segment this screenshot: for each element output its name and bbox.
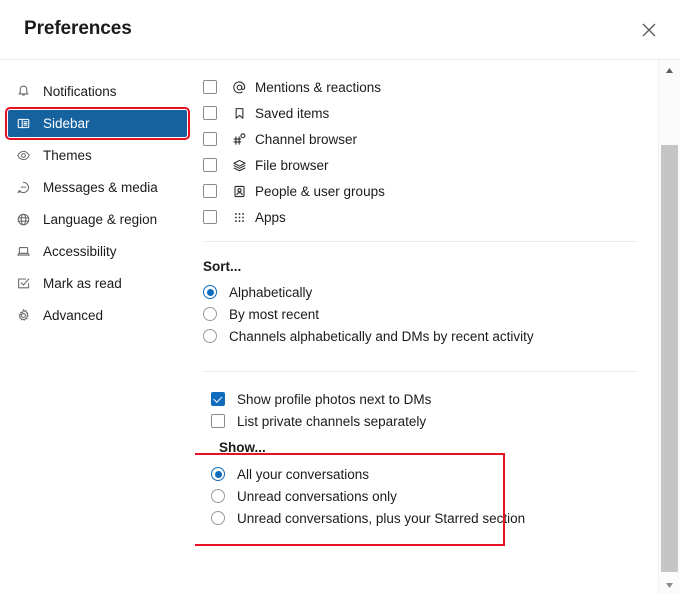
eye-icon bbox=[16, 147, 36, 165]
settings-content-panel: Mentions & reactions Saved items Channel … bbox=[195, 60, 658, 594]
radio-by-most-recent[interactable] bbox=[203, 307, 217, 321]
check-square-icon bbox=[16, 275, 36, 293]
sort-options-group: Alphabetically By most recent Channels alp… bbox=[203, 281, 646, 347]
show-option-label: All your conversations bbox=[237, 466, 370, 482]
page-title: Preferences bbox=[24, 18, 132, 39]
close-icon bbox=[642, 23, 656, 37]
toggle-label: Show profile photos next to DMs bbox=[237, 391, 432, 407]
shortcut-label: Apps bbox=[255, 209, 286, 225]
checkbox-file-browser[interactable] bbox=[203, 158, 217, 172]
globe-icon bbox=[16, 211, 36, 229]
scrollbar-thumb[interactable] bbox=[661, 145, 678, 572]
shortcut-label: Mentions & reactions bbox=[255, 79, 382, 95]
speech-bubble-icon bbox=[16, 179, 36, 197]
sort-option-row[interactable]: Alphabetically bbox=[203, 281, 646, 303]
sidebar-item-label: Advanced bbox=[43, 308, 104, 323]
chevron-up-icon bbox=[665, 61, 674, 79]
sidebar-item-accessibility[interactable]: Accessibility bbox=[8, 238, 187, 265]
stacked-layers-icon bbox=[229, 158, 249, 173]
sidebar-item-mark-as-read[interactable]: Mark as read bbox=[8, 270, 187, 297]
shortcut-row[interactable]: Apps bbox=[203, 204, 646, 230]
shortcut-row[interactable]: People & user groups bbox=[203, 178, 646, 204]
toggle-row[interactable]: List private channels separately bbox=[211, 410, 646, 432]
radio-unread-conversations-plus-your-starr[interactable] bbox=[211, 511, 225, 525]
sidebar-item-notifications[interactable]: Notifications bbox=[8, 78, 187, 105]
show-option-row[interactable]: All your conversations bbox=[211, 463, 646, 485]
show-section-title: Show... bbox=[219, 440, 266, 455]
radio-alphabetically[interactable] bbox=[203, 285, 217, 299]
shortcut-label: People & user groups bbox=[255, 183, 385, 199]
grid-dots-icon bbox=[229, 210, 249, 225]
checkbox-list-private-channels-separately[interactable] bbox=[211, 414, 225, 428]
shortcut-row[interactable]: Mentions & reactions bbox=[203, 74, 646, 100]
show-option-label: Unread conversations only bbox=[237, 488, 397, 504]
show-options-group: All your conversations Unread conversatio… bbox=[211, 463, 646, 529]
sidebar-item-label: Notifications bbox=[43, 84, 117, 99]
toggle-row[interactable]: Show profile photos next to DMs bbox=[211, 388, 646, 410]
checkbox-people-user-groups[interactable] bbox=[203, 184, 217, 198]
dialog-header: Preferences bbox=[0, 0, 680, 60]
close-button[interactable] bbox=[636, 17, 662, 43]
sort-option-row[interactable]: By most recent bbox=[203, 303, 646, 325]
scroll-up-button[interactable] bbox=[659, 60, 680, 79]
at-mention-icon bbox=[229, 80, 249, 95]
hash-search-icon bbox=[229, 132, 249, 147]
sidebar-item-messages-media[interactable]: Messages & media bbox=[8, 174, 187, 201]
gear-icon bbox=[16, 307, 36, 325]
checkbox-apps[interactable] bbox=[203, 210, 217, 224]
sidebar-item-label: Language & region bbox=[43, 212, 158, 227]
sidebar-toggles-list: Show profile photos next to DMs List priv… bbox=[203, 388, 646, 432]
show-option-label: Unread conversations, plus your Starred … bbox=[237, 510, 526, 526]
settings-sidebar: Notifications Sidebar Themes Messages & … bbox=[0, 60, 195, 594]
chevron-down-icon bbox=[665, 576, 674, 594]
shortcut-label: Channel browser bbox=[255, 131, 358, 147]
checkbox-channel-browser[interactable] bbox=[203, 132, 217, 146]
laptop-icon bbox=[16, 243, 36, 261]
bookmark-icon bbox=[229, 106, 249, 121]
sort-option-label: Channels alphabetically and DMs by recen… bbox=[229, 328, 534, 344]
sidebar-shortcuts-list: Mentions & reactions Saved items Channel … bbox=[203, 74, 646, 230]
checkbox-saved-items[interactable] bbox=[203, 106, 217, 120]
checkbox-show-profile-photos-next-to-dms[interactable] bbox=[211, 392, 225, 406]
sidebar-panel-icon bbox=[16, 115, 36, 133]
sidebar-item-label: Themes bbox=[43, 148, 92, 163]
toggle-label: List private channels separately bbox=[237, 413, 427, 429]
sort-option-label: By most recent bbox=[229, 306, 320, 322]
sidebar-item-advanced[interactable]: Advanced bbox=[8, 302, 187, 329]
shortcut-row[interactable]: File browser bbox=[203, 152, 646, 178]
radio-all-your-conversations[interactable] bbox=[211, 467, 225, 481]
show-option-row[interactable]: Unread conversations only bbox=[211, 485, 646, 507]
radio-channels-alphabetically-and-dms-by-r[interactable] bbox=[203, 329, 217, 343]
sidebar-item-sidebar[interactable]: Sidebar bbox=[5, 107, 190, 140]
radio-unread-conversations-only[interactable] bbox=[211, 489, 225, 503]
sort-option-row[interactable]: Channels alphabetically and DMs by recen… bbox=[203, 325, 646, 347]
shortcut-row[interactable]: Saved items bbox=[203, 100, 646, 126]
shortcut-row[interactable]: Channel browser bbox=[203, 126, 646, 152]
scroll-down-button[interactable] bbox=[659, 575, 680, 594]
sidebar-item-label: Mark as read bbox=[43, 276, 122, 291]
sort-section-title: Sort... bbox=[203, 259, 242, 274]
bell-icon bbox=[16, 83, 36, 101]
sort-option-label: Alphabetically bbox=[229, 284, 313, 300]
checkbox-mentions-reactions[interactable] bbox=[203, 80, 217, 94]
show-option-row[interactable]: Unread conversations, plus your Starred … bbox=[211, 507, 646, 529]
sidebar-item-themes[interactable]: Themes bbox=[8, 142, 187, 169]
sidebar-item-label: Accessibility bbox=[43, 244, 117, 259]
sidebar-item-label: Messages & media bbox=[43, 180, 158, 195]
shortcut-label: Saved items bbox=[255, 105, 330, 121]
sidebar-item-label: Sidebar bbox=[43, 116, 90, 131]
content-scrollbar[interactable] bbox=[658, 60, 680, 594]
sidebar-item-language-region[interactable]: Language & region bbox=[8, 206, 187, 233]
person-card-icon bbox=[229, 184, 249, 199]
shortcut-label: File browser bbox=[255, 157, 329, 173]
